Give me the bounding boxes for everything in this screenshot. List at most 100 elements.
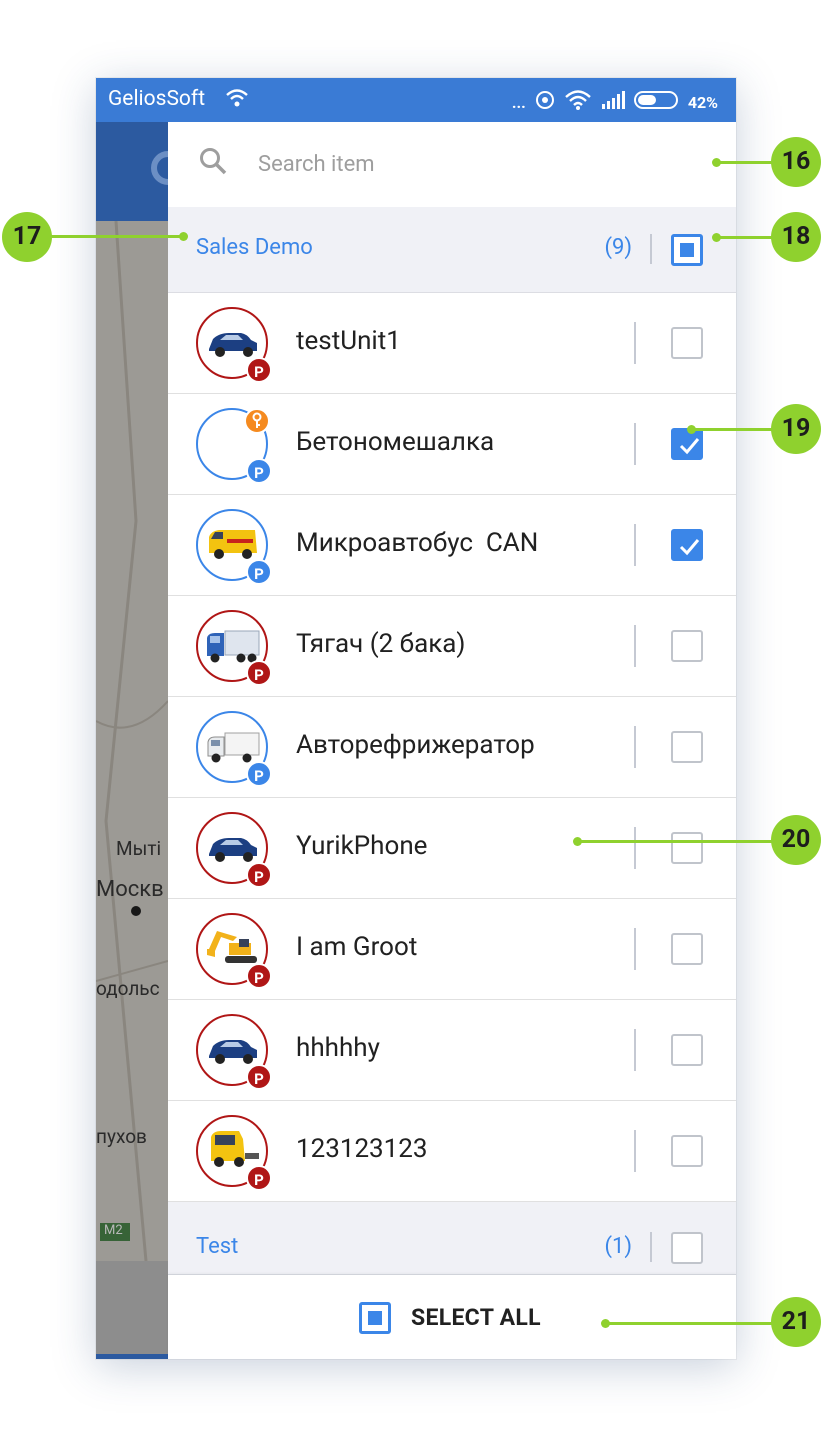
map-overlay: [96, 221, 168, 1261]
battery-icon: [633, 90, 680, 114]
callout-line: [605, 1322, 773, 1325]
status-icons: ... 42%: [512, 89, 718, 115]
callout-line: [577, 840, 773, 843]
unit-checkbox[interactable]: [671, 327, 703, 359]
group-count: (9): [604, 235, 632, 260]
parking-badge: P: [246, 963, 272, 989]
unit-avatar: P: [196, 812, 272, 888]
reefer-truck-icon: [207, 732, 260, 763]
divider: [634, 1029, 636, 1071]
divider: [634, 827, 636, 869]
unit-avatar: P: [196, 509, 272, 585]
unit-row[interactable]: P Микроавтобус CAN: [168, 495, 736, 596]
unit-name: Микроавтобус CAN: [296, 528, 539, 558]
unit-checkbox[interactable]: [671, 1034, 703, 1066]
background-bottom-bar: [96, 1261, 168, 1359]
checkmark-icon: [679, 438, 700, 455]
tractor-unit-icon: [211, 1131, 259, 1167]
callout-badge: 21: [771, 1297, 821, 1347]
unit-avatar: P: [196, 408, 272, 484]
parking-badge: P: [246, 1165, 272, 1191]
unit-name: Тягач (2 бака): [296, 629, 466, 659]
parking-badge: P: [246, 862, 272, 888]
unit-checkbox[interactable]: [671, 832, 703, 864]
background-map-app: Мыті Москв одольс пухов M2: [96, 122, 169, 1359]
unit-row[interactable]: P Тягач (2 бака): [168, 596, 736, 697]
callout-line: [716, 236, 774, 239]
background-header: [96, 122, 169, 221]
unit-name: Авторефрижератор: [296, 730, 535, 760]
excavator-icon: [207, 931, 257, 963]
search-icon: [198, 146, 228, 180]
callout-line: [50, 235, 182, 238]
group-header-sales-demo[interactable]: Sales Demo (9): [168, 207, 736, 293]
unit-checkbox[interactable]: [671, 731, 703, 763]
divider: [634, 928, 636, 970]
unit-avatar: P: [196, 307, 272, 383]
callout-line: [691, 428, 773, 431]
unit-checkbox[interactable]: [671, 1135, 703, 1167]
hotspot-icon: [225, 88, 249, 112]
group-count: (1): [604, 1234, 632, 1259]
unit-name: hhhhhy: [296, 1033, 380, 1063]
sync-icon: [534, 89, 556, 115]
car-icon: [209, 1040, 257, 1064]
signal-icon: [600, 90, 626, 114]
divider: [650, 1232, 652, 1262]
unit-name: I am Groot: [296, 932, 418, 962]
unit-row[interactable]: P Авторефрижератор: [168, 697, 736, 798]
divider: [650, 234, 652, 264]
phone-screen: GeliosSoft ... 42% Мыті Москв одольс пух…: [96, 78, 736, 1359]
unit-avatar: P: [196, 711, 272, 787]
car-icon: [209, 333, 257, 357]
unit-name: Бетономешалка: [296, 427, 495, 457]
wifi-icon: [564, 89, 592, 115]
unit-checkbox[interactable]: [671, 933, 703, 965]
callout-badge: 19: [771, 404, 821, 454]
group-select-checkbox[interactable]: [671, 234, 703, 266]
select-all-checkbox: [359, 1302, 391, 1334]
unit-checkbox[interactable]: [671, 428, 703, 460]
divider: [634, 726, 636, 768]
divider: [634, 423, 636, 465]
unit-row[interactable]: P hhhhhy: [168, 1000, 736, 1101]
callout-badge: 17: [2, 212, 52, 262]
group-select-checkbox[interactable]: [671, 1232, 703, 1264]
divider: [634, 524, 636, 566]
unit-row[interactable]: P I am Groot: [168, 899, 736, 1000]
unit-name: 123123123: [296, 1134, 428, 1164]
divider: [634, 625, 636, 667]
select-all-label: SELECT ALL: [411, 1304, 541, 1331]
unit-name: YurikPhone: [296, 831, 428, 861]
unit-avatar: P: [196, 913, 272, 989]
parking-badge: P: [246, 660, 272, 686]
parking-badge: P: [246, 559, 272, 585]
callout-line: [716, 161, 774, 164]
callout-badge: 16: [771, 137, 821, 187]
key-icon: [244, 408, 270, 434]
divider: [634, 1130, 636, 1172]
parking-badge: P: [246, 761, 272, 787]
unit-row[interactable]: P YurikPhone: [168, 798, 736, 899]
search-input[interactable]: [256, 144, 676, 184]
divider: [634, 322, 636, 364]
parking-badge: P: [246, 357, 272, 383]
unit-selector-drawer: Sales Demo (9) P testUnit1: [168, 122, 736, 1359]
background-map: Мыті Москв одольс пухов M2: [96, 221, 168, 1261]
unit-row[interactable]: P Бетономешалка: [168, 394, 736, 495]
group-name: Test: [196, 1234, 239, 1259]
unit-avatar: P: [196, 610, 272, 686]
unit-checkbox[interactable]: [671, 529, 703, 561]
unit-avatar: P: [196, 1115, 272, 1191]
parking-badge: P: [246, 1064, 272, 1090]
unit-row[interactable]: P 123123123: [168, 1101, 736, 1202]
search-bar: [168, 122, 736, 207]
van-icon: [209, 530, 257, 559]
unit-checkbox[interactable]: [671, 630, 703, 662]
select-all-button[interactable]: SELECT ALL: [168, 1274, 736, 1359]
callout-dot: [179, 232, 188, 241]
car-icon: [209, 838, 257, 862]
unit-row[interactable]: P testUnit1: [168, 293, 736, 394]
unit-avatar: P: [196, 1014, 272, 1090]
truck-icon: [207, 630, 260, 663]
